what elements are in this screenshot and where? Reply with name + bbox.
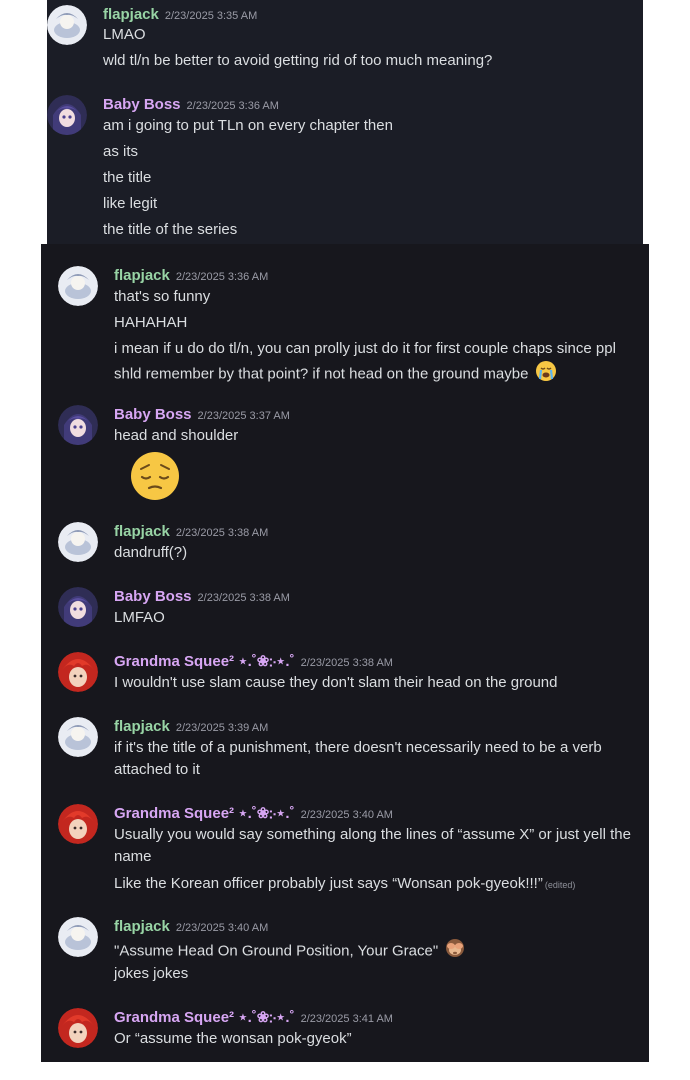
timestamp: 2/23/2025 3:36 AM xyxy=(186,100,279,112)
message-text: the title of the series xyxy=(103,221,238,238)
avatar-flapjack[interactable] xyxy=(58,522,98,562)
avatar-baby-boss[interactable] xyxy=(58,405,98,445)
timestamp: 2/23/2025 3:37 AM xyxy=(197,410,290,422)
message-text: dandruff(?) xyxy=(114,544,188,561)
author-name[interactable]: Baby Boss xyxy=(103,96,181,113)
message-text: that's so funny xyxy=(114,288,211,305)
timestamp: 2/23/2025 3:39 AM xyxy=(175,722,269,734)
message-text: i mean if u do do tl/n, you can prolly j… xyxy=(114,340,616,357)
pensive-face-icon xyxy=(130,451,180,506)
message-text: head and shoulder xyxy=(114,427,239,444)
timestamp: 2/23/2025 3:38 AM xyxy=(175,527,269,539)
message-text: attached to it xyxy=(114,761,200,778)
timestamp: 2/23/2025 3:41 AM xyxy=(300,1013,393,1025)
message-text: HAHAHAH xyxy=(114,314,188,331)
message-text: name xyxy=(114,848,152,865)
author-name[interactable]: Grandma Squee² ⋆.˚❀჻⋆.˚ xyxy=(114,1009,295,1026)
message-text: the title xyxy=(103,169,152,186)
message-text: I wouldn't use slam cause they don't sla… xyxy=(114,674,558,691)
avatar-baby-boss[interactable] xyxy=(47,95,87,135)
avatar-grandma-squee[interactable] xyxy=(58,804,98,844)
author-name[interactable]: Grandma Squee² ⋆.˚❀჻⋆.˚ xyxy=(114,653,295,670)
timestamp: 2/23/2025 3:40 AM xyxy=(300,809,393,821)
author-name[interactable]: flapjack xyxy=(114,523,170,540)
avatar-flapjack[interactable] xyxy=(58,717,98,757)
message-text: "Assume Head On Ground Position, Your Gr… xyxy=(114,942,439,960)
message-text-with-emoji: "Assume Head On Ground Position, Your Gr… xyxy=(114,937,637,966)
message-text: Or “assume the wonsan pok-gyeok” xyxy=(114,1030,352,1047)
message-text: am i going to put TLn on every chapter t… xyxy=(103,117,393,134)
author-name[interactable]: flapjack xyxy=(114,718,170,735)
avatar-grandma-squee[interactable] xyxy=(58,1008,98,1048)
message-text-with-emoji: shld remember by that point? if not head… xyxy=(114,360,637,389)
message-text: LMFAO xyxy=(114,609,165,626)
message-text: like legit xyxy=(103,195,158,212)
timestamp: 2/23/2025 3:35 AM xyxy=(164,10,258,22)
author-name[interactable]: Grandma Squee² ⋆.˚❀჻⋆.˚ xyxy=(114,805,295,822)
avatar-flapjack[interactable] xyxy=(58,917,98,957)
avatar-baby-boss[interactable] xyxy=(58,587,98,627)
author-name[interactable]: flapjack xyxy=(114,918,170,935)
author-name[interactable]: Baby Boss xyxy=(114,406,192,423)
message-text: Usually you would say something along th… xyxy=(114,826,631,843)
message-text: wld tl/n be better to avoid getting rid … xyxy=(103,52,493,69)
timestamp: 2/23/2025 3:38 AM xyxy=(197,592,290,604)
message-text: shld remember by that point? if not head… xyxy=(114,365,529,383)
message-text-with-edited: Like the Korean officer probably just sa… xyxy=(114,873,637,896)
avatar-flapjack[interactable] xyxy=(47,5,87,45)
edited-tag: (edited) xyxy=(544,880,576,890)
chat-panel-bottom: flapjack 2/23/2025 3:36 AM that's so funn… xyxy=(41,244,649,1062)
timestamp: 2/23/2025 3:38 AM xyxy=(300,657,393,669)
chat-panel-top: flapjack 2/23/2025 3:35 AM LMAO wld tl/n … xyxy=(47,0,643,244)
message-text: LMAO xyxy=(103,26,146,43)
avatar-grandma-squee[interactable] xyxy=(58,652,98,692)
timestamp: 2/23/2025 3:36 AM xyxy=(175,271,269,283)
message-text: Like the Korean officer probably just sa… xyxy=(114,875,543,892)
author-name[interactable]: Baby Boss xyxy=(114,588,192,605)
author-name[interactable]: flapjack xyxy=(114,267,170,284)
message-text: as its xyxy=(103,143,139,160)
timestamp: 2/23/2025 3:40 AM xyxy=(175,922,269,934)
message-text: if it's the title of a punishment, there… xyxy=(114,739,602,756)
see-no-evil-monkey-icon xyxy=(444,937,466,966)
message-text: jokes jokes xyxy=(114,965,189,982)
author-name[interactable]: flapjack xyxy=(103,6,159,23)
avatar-flapjack[interactable] xyxy=(58,266,98,306)
loudly-crying-face-icon xyxy=(535,360,557,389)
